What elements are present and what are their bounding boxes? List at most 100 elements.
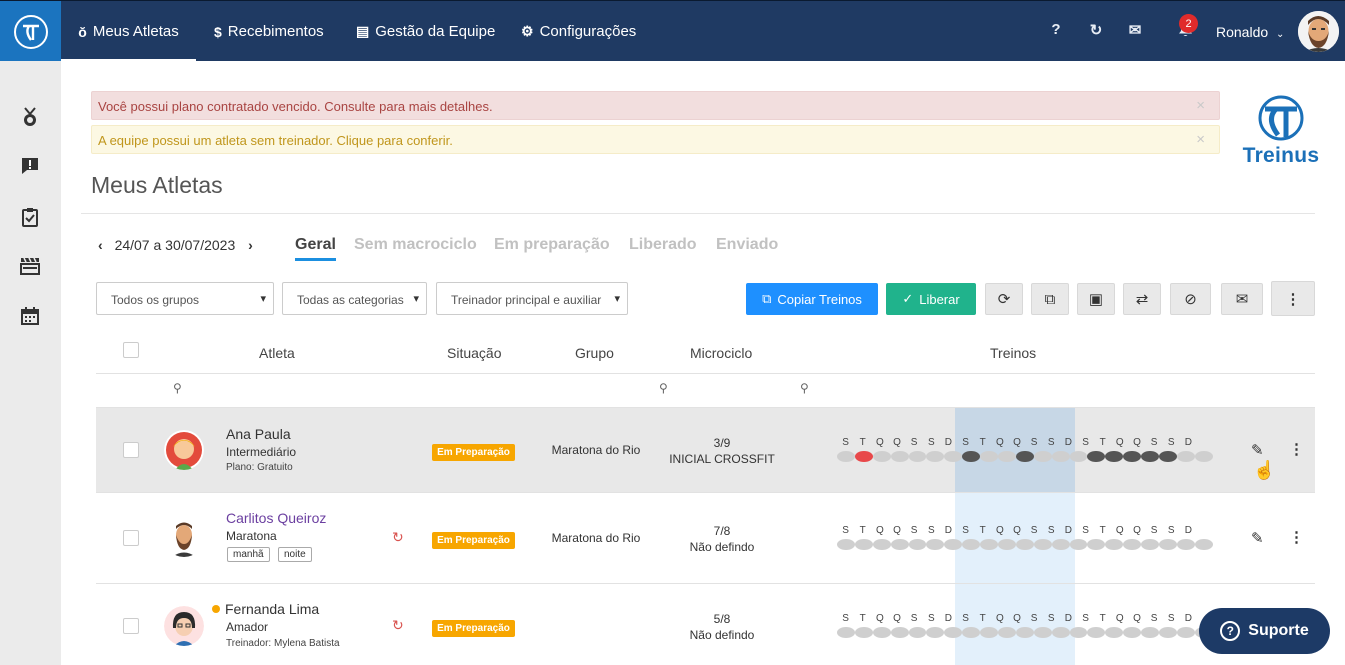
training-dot[interactable]	[1033, 539, 1052, 550]
training-dot[interactable]	[926, 451, 945, 462]
more-vertical-icon[interactable]: ⋮	[1289, 528, 1304, 546]
select-all-checkbox[interactable]	[123, 342, 139, 358]
col-athlete[interactable]: Atleta	[259, 345, 295, 361]
copy-trainings-button[interactable]: ⧉ Copiar Treinos	[746, 283, 878, 315]
sync-icon[interactable]: ↻	[1086, 21, 1106, 39]
col-group[interactable]: Grupo	[575, 345, 614, 361]
row-checkbox[interactable]	[123, 618, 139, 634]
duplicate-button[interactable]: ⧉	[1031, 283, 1069, 315]
training-dot[interactable]	[1141, 539, 1160, 550]
sidebar-alert-icon[interactable]	[19, 157, 41, 179]
training-dots[interactable]: STQQSSDSTQQSSDSTQQSSD	[837, 525, 1213, 550]
training-dot[interactable]	[908, 451, 927, 462]
alert-plan-expired[interactable]: Você possui plano contratado vencido. Co…	[91, 91, 1220, 120]
training-dot[interactable]	[944, 539, 963, 550]
training-dot[interactable]	[1105, 451, 1124, 462]
restart-cycle-icon[interactable]: ↻	[392, 617, 404, 634]
training-dot[interactable]	[1051, 451, 1070, 462]
athlete-name[interactable]: Carlitos Queiroz	[226, 510, 326, 526]
row-checkbox[interactable]	[123, 530, 139, 546]
search-icon[interactable]: ⚲	[659, 381, 668, 395]
training-dot[interactable]	[837, 627, 855, 638]
search-icon[interactable]: ⚲	[173, 381, 182, 395]
release-button[interactable]: ✓ Liberar	[886, 283, 976, 315]
restart-cycle-icon[interactable]: ↻	[392, 529, 404, 546]
mail-icon[interactable]: ✉	[1125, 21, 1145, 39]
training-dot[interactable]	[998, 627, 1016, 638]
training-dot[interactable]	[1087, 539, 1106, 550]
training-dot[interactable]	[980, 539, 999, 550]
search-icon[interactable]: ⚲	[800, 381, 809, 395]
training-dot[interactable]	[1194, 451, 1213, 462]
tab-enviado[interactable]: Enviado	[716, 236, 778, 254]
training-dot[interactable]	[837, 451, 855, 462]
training-dot[interactable]	[944, 451, 963, 462]
row-checkbox[interactable]	[123, 442, 139, 458]
training-dot[interactable]	[837, 539, 855, 550]
edit-icon[interactable]: ✎	[1251, 529, 1264, 547]
training-dot[interactable]	[854, 627, 873, 638]
training-dot[interactable]	[1033, 451, 1052, 462]
tab-em-preparacao[interactable]: Em preparação	[494, 236, 610, 254]
training-dot[interactable]	[872, 539, 891, 550]
more-vertical-icon[interactable]: ⋮	[1289, 440, 1304, 458]
training-dots[interactable]: STQQSSDSTQQSSDSTQQSSD	[837, 437, 1213, 462]
chevron-left-icon[interactable]: ‹	[98, 237, 103, 253]
training-dot[interactable]	[944, 627, 963, 638]
training-dot[interactable]	[1015, 627, 1034, 638]
training-dot[interactable]	[872, 451, 891, 462]
training-dot[interactable]	[890, 451, 909, 462]
message-button[interactable]: ✉	[1221, 283, 1263, 315]
training-dot[interactable]	[1176, 539, 1195, 550]
training-dot[interactable]	[1033, 627, 1052, 638]
athlete-name[interactable]: Ana Paula	[226, 426, 291, 442]
training-dot[interactable]	[1105, 539, 1124, 550]
sidebar-clapper-icon[interactable]	[19, 257, 41, 279]
close-icon[interactable]: ×	[1196, 97, 1205, 114]
training-dot[interactable]	[1159, 539, 1177, 550]
training-dot[interactable]	[1105, 627, 1124, 638]
nav-recebimentos[interactable]: $ Recebimentos	[214, 1, 324, 62]
training-dot[interactable]	[1015, 451, 1034, 462]
training-dot[interactable]	[854, 451, 873, 462]
training-dot[interactable]	[962, 451, 981, 462]
training-dot[interactable]	[1051, 627, 1070, 638]
help-icon[interactable]: ?	[1046, 21, 1066, 38]
tab-sem-macrociclo[interactable]: Sem macrociclo	[354, 236, 477, 254]
edit-icon[interactable]: ✎	[1251, 441, 1264, 459]
nav-configuracoes[interactable]: ⚙ Configurações	[521, 1, 636, 62]
training-dot[interactable]	[962, 627, 981, 638]
close-icon[interactable]: ×	[1196, 131, 1205, 148]
training-dot[interactable]	[1123, 627, 1142, 638]
training-dot[interactable]	[908, 627, 927, 638]
paste-button[interactable]: ▣	[1077, 283, 1115, 315]
categories-select[interactable]: Todas as categorias ▾	[282, 282, 427, 315]
training-dot[interactable]	[926, 627, 945, 638]
sidebar-checklist-icon[interactable]	[19, 207, 41, 229]
tab-geral[interactable]: Geral	[295, 236, 336, 261]
col-micro[interactable]: Microciclo	[690, 345, 752, 361]
col-status[interactable]: Situação	[447, 345, 501, 361]
training-dot[interactable]	[1015, 539, 1034, 550]
user-avatar[interactable]	[1298, 11, 1339, 52]
refresh-add-button[interactable]: ⟳	[985, 283, 1023, 315]
support-button[interactable]: ? Suporte	[1199, 608, 1330, 654]
training-dot[interactable]	[1141, 451, 1160, 462]
training-dot[interactable]	[962, 539, 981, 550]
training-dot[interactable]	[1087, 627, 1106, 638]
coach-select[interactable]: Treinador principal e auxiliar ▾	[436, 282, 628, 315]
training-dot[interactable]	[1176, 627, 1195, 638]
col-trainings[interactable]: Treinos	[990, 345, 1036, 361]
block-button[interactable]: ⊘	[1170, 283, 1211, 315]
training-dot[interactable]	[926, 539, 945, 550]
chevron-right-icon[interactable]: ›	[248, 237, 253, 253]
training-dot[interactable]	[1069, 627, 1088, 638]
user-menu[interactable]: Ronaldo ⌄	[1216, 24, 1284, 40]
groups-select[interactable]: Todos os grupos ▾	[96, 282, 274, 315]
training-dot[interactable]	[1087, 451, 1106, 462]
training-dot[interactable]	[1123, 539, 1142, 550]
nav-meus-atletas[interactable]: ŏ Meus Atletas	[61, 1, 196, 62]
app-logo[interactable]	[0, 1, 61, 62]
more-actions-button[interactable]: ⋮	[1271, 281, 1315, 316]
training-dot[interactable]	[1176, 451, 1195, 462]
